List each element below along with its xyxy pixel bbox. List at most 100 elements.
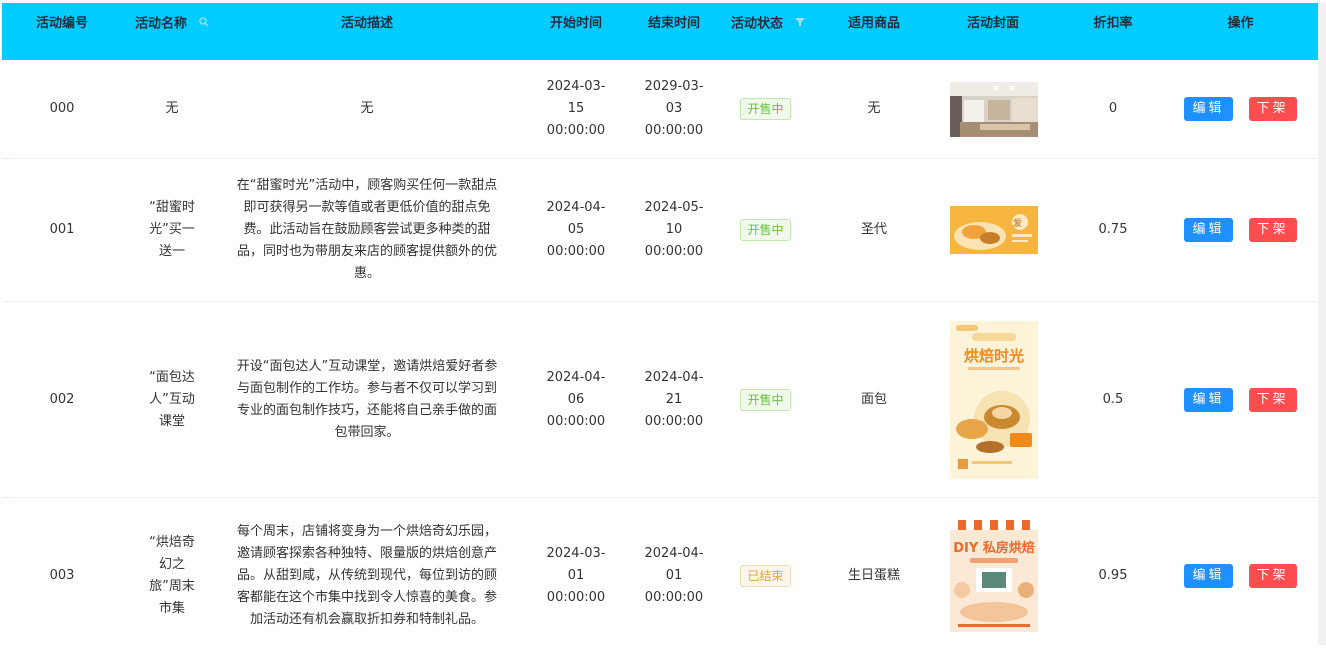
cell-cover bbox=[923, 60, 1063, 158]
end-line: 00:00:00 bbox=[644, 244, 704, 259]
cell-end: 2024-05- 10 00:00:00 bbox=[625, 159, 723, 301]
cell-start: 2024-04- 06 00:00:00 bbox=[527, 302, 625, 497]
cell-id: 003 bbox=[49, 567, 75, 583]
cell-status: 已结束 bbox=[723, 498, 808, 653]
start-line: 15 bbox=[567, 101, 585, 116]
cell-desc: 开设“面包达人”互动课堂，邀请烘焙爱好者参 与面包制作的工作坊。参与者不仅可以学… bbox=[222, 302, 512, 497]
col-header-end: 结束时间 bbox=[647, 16, 700, 31]
col-header-desc: 活动描述 bbox=[340, 16, 393, 31]
diy-baking-poster-image: DIY 私房烘焙 bbox=[950, 519, 1038, 632]
cell-product: 生日蛋糕 bbox=[847, 567, 900, 583]
desc-line: 客都能在这个市集中找到令人惊喜的美食。参 bbox=[236, 589, 497, 605]
desc-line: 开设“面包达人”互动课堂，邀请烘焙爱好者参 bbox=[236, 358, 498, 374]
desc-line: 加活动还有机会赢取折扣券和特制礼品。 bbox=[249, 611, 484, 627]
cell-cover: 烘焙时光 bbox=[923, 302, 1063, 497]
cell-id: 001 bbox=[49, 222, 75, 237]
cell-start: 2024-04- 05 00:00:00 bbox=[527, 159, 625, 301]
name-line: 无 bbox=[165, 101, 179, 116]
edit-button[interactable]: 编辑 bbox=[1184, 563, 1233, 588]
cell-desc: 无 bbox=[222, 60, 512, 158]
cell-discount: 0.75 bbox=[1098, 222, 1128, 237]
desc-line: 品，同时也为带朋友来店的顾客提供额外的优 bbox=[236, 244, 497, 259]
name-line: 课堂 bbox=[158, 413, 185, 429]
desc-line: 惠。 bbox=[353, 266, 380, 281]
end-line: 03 bbox=[665, 101, 683, 116]
start-line: 2024-04- bbox=[546, 369, 606, 385]
desc-line: 即可获得另一款等值或者更低价值的甜点免 bbox=[243, 200, 491, 215]
col-header-discount: 折扣率 bbox=[1093, 16, 1133, 31]
cell-product: 无 bbox=[867, 101, 881, 116]
start-line: 00:00:00 bbox=[546, 123, 606, 138]
svg-text:爱: 爱 bbox=[1013, 218, 1022, 229]
edit-button[interactable]: 编辑 bbox=[1184, 218, 1233, 242]
take-down-button[interactable]: 下架 bbox=[1248, 97, 1297, 121]
table-row: 002 “面包达 人”互动 课堂 开设“面包达人”互动课堂，邀请烘焙爱好者参 与… bbox=[2, 302, 1318, 498]
name-line: 人”互动 bbox=[149, 391, 195, 407]
start-line: 00:00:00 bbox=[546, 244, 606, 259]
name-line: “烘焙奇 bbox=[149, 534, 195, 550]
cell-ops: 编辑 下架 bbox=[1163, 159, 1318, 301]
start-line: 00:00:00 bbox=[546, 589, 606, 605]
end-line: 2024-04- bbox=[644, 369, 704, 385]
cell-cover: DIY 私房烘焙 bbox=[923, 498, 1063, 653]
end-line: 00:00:00 bbox=[644, 589, 704, 605]
cell-status: 开售中 bbox=[723, 60, 808, 158]
name-line: 市集 bbox=[158, 600, 185, 616]
cell-start: 2024-03- 15 00:00:00 bbox=[527, 60, 625, 158]
desc-line: 费。此活动旨在鼓励顾客尝试更多种类的甜 bbox=[243, 222, 491, 237]
poster-title: DIY 私房烘焙 bbox=[953, 540, 1035, 556]
end-line: 00:00:00 bbox=[644, 123, 704, 138]
desc-line: 品。从甜到咸，从传统到现代，每位到访的顾 bbox=[236, 567, 497, 583]
dessert-poster-image: 爱 bbox=[950, 206, 1038, 254]
desc-line: 与面包制作的工作坊。参与者不仅可以学习到 bbox=[236, 380, 497, 396]
status-badge: 开售中 bbox=[740, 98, 791, 120]
cell-id: 002 bbox=[49, 391, 75, 407]
cell-name: “甜蜜时 光”买一 送一 bbox=[122, 159, 222, 301]
cell-name: 无 bbox=[122, 60, 222, 158]
end-line: 01 bbox=[665, 567, 683, 583]
cell-ops: 编辑 下架 bbox=[1163, 498, 1318, 653]
cell-ops: 编辑 下架 bbox=[1163, 60, 1318, 158]
desc-line: 邀请顾客探索各种独特、限量版的烘焙创意产 bbox=[236, 545, 497, 561]
col-header-ops: 操作 bbox=[1227, 16, 1254, 31]
cell-desc: 在“甜蜜时光”活动中，顾客购买任何一款甜点 即可获得另一款等值或者更低价值的甜点… bbox=[222, 159, 512, 301]
cell-discount: 0.5 bbox=[1102, 391, 1124, 407]
store-interior-image bbox=[950, 81, 1038, 137]
take-down-button[interactable]: 下架 bbox=[1248, 563, 1297, 588]
poster-title: 烘焙时光 bbox=[964, 347, 1024, 365]
vertical-scrollbar[interactable] bbox=[1318, 3, 1326, 645]
cell-discount: 0 bbox=[1108, 101, 1118, 116]
start-line: 2024-03- bbox=[546, 79, 606, 94]
desc-line: 在“甜蜜时光”活动中，顾客购买任何一款甜点 bbox=[236, 178, 498, 193]
col-header-product: 适用商品 bbox=[847, 16, 900, 31]
table-row: 000 无 无 2024-03- 15 00:00:00 2029-03- 03… bbox=[2, 60, 1318, 159]
end-line: 21 bbox=[665, 391, 683, 407]
table-row: 001 “甜蜜时 光”买一 送一 在“甜蜜时光”活动中，顾客购买任何一款甜点 即… bbox=[2, 159, 1318, 302]
take-down-button[interactable]: 下架 bbox=[1248, 387, 1297, 412]
col-header-status-label: 活动状态 bbox=[730, 16, 783, 32]
filter-icon[interactable] bbox=[795, 3, 805, 45]
edit-button[interactable]: 编辑 bbox=[1184, 387, 1233, 412]
start-line: 00:00:00 bbox=[546, 413, 606, 429]
col-header-name[interactable]: 活动名称 bbox=[122, 3, 222, 45]
table-header: 活动编号 活动名称 活动描述 开始时间 结束时间 活动状态 适用商品 活动封面 … bbox=[2, 3, 1318, 60]
activity-table: 活动编号 活动名称 活动描述 开始时间 结束时间 活动状态 适用商品 活动封面 … bbox=[2, 3, 1318, 653]
status-badge: 开售中 bbox=[740, 219, 791, 241]
cell-desc: 每个周末，店铺将变身为一个烘焙奇幻乐园， 邀请顾客探索各种独特、限量版的烘焙创意… bbox=[222, 498, 512, 653]
cell-end: 2024-04- 01 00:00:00 bbox=[625, 498, 723, 653]
end-line: 2029-03- bbox=[644, 79, 704, 94]
name-line: 旅”周末 bbox=[149, 578, 195, 594]
name-line: “甜蜜时 bbox=[149, 200, 195, 215]
search-icon[interactable] bbox=[199, 3, 209, 45]
cell-product: 圣代 bbox=[860, 222, 887, 237]
desc-line: 包带回家。 bbox=[334, 424, 400, 440]
cell-end: 2029-03- 03 00:00:00 bbox=[625, 60, 723, 158]
desc-line: 无 bbox=[360, 101, 374, 116]
baking-time-poster-image: 烘焙时光 bbox=[950, 320, 1038, 479]
cell-start: 2024-03- 01 00:00:00 bbox=[527, 498, 625, 653]
end-line: 10 bbox=[665, 222, 683, 237]
take-down-button[interactable]: 下架 bbox=[1248, 218, 1297, 242]
edit-button[interactable]: 编辑 bbox=[1184, 97, 1233, 121]
col-header-status[interactable]: 活动状态 bbox=[723, 3, 813, 45]
start-line: 2024-03- bbox=[546, 545, 606, 561]
